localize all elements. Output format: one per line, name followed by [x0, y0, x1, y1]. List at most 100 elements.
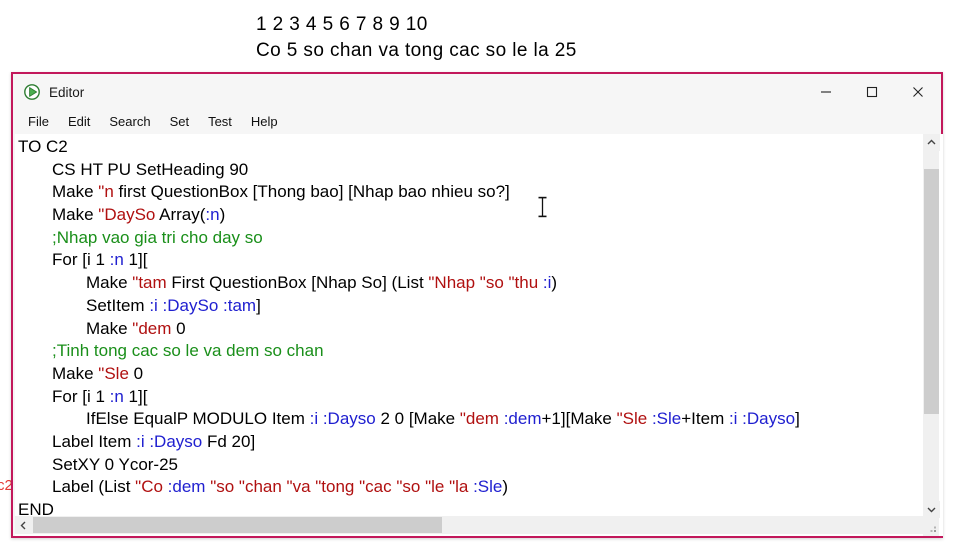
code-token: "so	[210, 477, 239, 497]
code-token: First QuestionBox [Nhap So] (List	[166, 273, 429, 293]
horizontal-scrollbar[interactable]	[15, 516, 926, 534]
code-token: Label Item	[52, 431, 137, 451]
code-token: Make	[52, 182, 99, 202]
code-token: "Co	[135, 477, 168, 497]
code-token: "cac	[359, 477, 397, 497]
code-line: Make "Sle 0	[18, 363, 923, 386]
code-token: SetXY 0 Ycor-25	[52, 454, 179, 474]
code-line: IfElse EqualP MODULO Item :i :Dayso 2 0 …	[18, 408, 923, 431]
code-token: :dem	[503, 409, 542, 429]
editor-window: Editor File Edit Search Set Test Help TO…	[11, 72, 943, 538]
menu-item-file[interactable]: File	[27, 113, 50, 130]
vertical-scrollbar[interactable]	[922, 134, 940, 536]
code-token: Make	[86, 318, 133, 338]
code-area-wrapper: TO C2 CS HT PU SetHeading 90 Make "n first…	[15, 134, 943, 536]
vertical-scroll-thumb[interactable]	[924, 169, 939, 414]
code-token: :Sle	[651, 409, 682, 429]
code-token: Make	[52, 363, 99, 383]
menu-item-help[interactable]: Help	[250, 113, 279, 130]
code-line: CS HT PU SetHeading 90	[18, 159, 923, 182]
code-token: +1][Make	[541, 409, 617, 429]
code-line: For [i 1 :n 1][	[18, 386, 923, 409]
code-token: For [i 1	[52, 250, 110, 270]
code-line: Label (List "Co :dem "so "chan "va "tong…	[18, 476, 923, 499]
code-token: "tong	[315, 477, 360, 497]
vertical-scroll-track[interactable]	[923, 151, 940, 519]
code-token: "tam	[132, 273, 167, 293]
code-token: 0	[171, 318, 186, 338]
code-token: Fd 20]	[202, 431, 256, 451]
code-token: )	[551, 273, 558, 293]
code-token: CS HT PU SetHeading 90	[52, 159, 249, 179]
scroll-up-icon[interactable]	[923, 134, 940, 151]
code-line: Make "n first QuestionBox [Thong bao] [N…	[18, 181, 923, 204]
maximize-button[interactable]	[849, 74, 895, 110]
code-token: :i :Dayso	[728, 409, 796, 429]
code-line: Label Item :i :Dayso Fd 20]	[18, 431, 923, 454]
canvas-summary-output: Co 5 so chan va tong cac so le la 25	[256, 40, 577, 61]
maximize-icon	[866, 86, 878, 98]
window-controls	[803, 74, 941, 110]
code-token: "so	[396, 477, 426, 497]
close-icon	[913, 87, 923, 97]
code-line: SetXY 0 Ycor-25	[18, 454, 923, 477]
code-token: Array(	[155, 205, 206, 225]
code-token: Label (List	[52, 477, 136, 497]
code-line: Make "dem 0	[18, 318, 923, 341]
code-token: :n	[205, 205, 220, 225]
code-token: "chan	[238, 477, 287, 497]
code-token: :i :DaySo :tam	[149, 295, 257, 315]
code-line: ;Tinh tong cac so le va dem so chan	[18, 340, 923, 363]
code-token: "Nhap	[428, 273, 480, 293]
title-bar[interactable]: Editor	[13, 74, 941, 110]
code-token: "le	[425, 477, 450, 497]
code-token: :n	[109, 250, 124, 270]
code-token: "so	[479, 273, 509, 293]
code-line: Make "DaySo Array(:n)	[18, 204, 923, 227]
code-token: "Sle	[616, 409, 652, 429]
code-text-area[interactable]: TO C2 CS HT PU SetHeading 90 Make "n first…	[15, 134, 923, 518]
close-button[interactable]	[895, 74, 941, 110]
scroll-left-icon[interactable]	[15, 516, 32, 534]
code-line: Make "tam First QuestionBox [Nhap So] (L…	[18, 272, 923, 295]
menu-item-edit[interactable]: Edit	[67, 113, 91, 130]
menu-item-set[interactable]: Set	[169, 113, 191, 130]
code-token: ;Tinh tong cac so le va dem so chan	[52, 341, 324, 361]
code-token: "thu	[508, 273, 543, 293]
code-token: :dem	[167, 477, 211, 497]
horizontal-scroll-thumb[interactable]	[33, 517, 442, 533]
code-line: TO C2	[18, 136, 923, 159]
code-line: SetItem :i :DaySo :tam]	[18, 295, 923, 318]
code-token: TO C2	[18, 137, 68, 156]
code-token: 1][	[123, 386, 148, 406]
menu-item-test[interactable]: Test	[207, 113, 233, 130]
code-line: For [i 1 :n 1][	[18, 249, 923, 272]
minimize-button[interactable]	[803, 74, 849, 110]
code-token: "dem	[132, 318, 172, 338]
code-token: )	[502, 477, 509, 497]
minimize-icon	[821, 91, 831, 93]
code-token: 1][	[123, 250, 148, 270]
code-token: )	[219, 205, 226, 225]
code-token: first QuestionBox [Thong bao] [Nhap bao …	[113, 182, 510, 202]
code-token: SetItem	[86, 295, 150, 315]
code-token: "Sle	[98, 363, 129, 383]
code-token: "dem	[459, 409, 504, 429]
window-title: Editor	[49, 84, 85, 100]
code-token: ;Nhap vao gia tri cho day so	[52, 227, 263, 247]
code-token: Make	[52, 205, 99, 225]
code-token: :i :Dayso	[136, 431, 203, 451]
code-token: "la	[449, 477, 474, 497]
code-token: :Sle	[473, 477, 503, 497]
menu-item-search[interactable]: Search	[108, 113, 151, 130]
code-line: ;Nhap vao gia tri cho day so	[18, 227, 923, 250]
resize-grip-icon[interactable]	[925, 521, 938, 534]
canvas-numbers-output: 1 2 3 4 5 6 7 8 9 10	[256, 14, 428, 35]
code-token: :n	[109, 386, 124, 406]
code-token: "n	[98, 182, 114, 202]
code-token: "DaySo	[98, 205, 156, 225]
menu-bar: File Edit Search Set Test Help	[13, 110, 941, 134]
code-token: "va	[286, 477, 316, 497]
code-token: ]	[795, 409, 800, 429]
code-token: ]	[256, 295, 261, 315]
